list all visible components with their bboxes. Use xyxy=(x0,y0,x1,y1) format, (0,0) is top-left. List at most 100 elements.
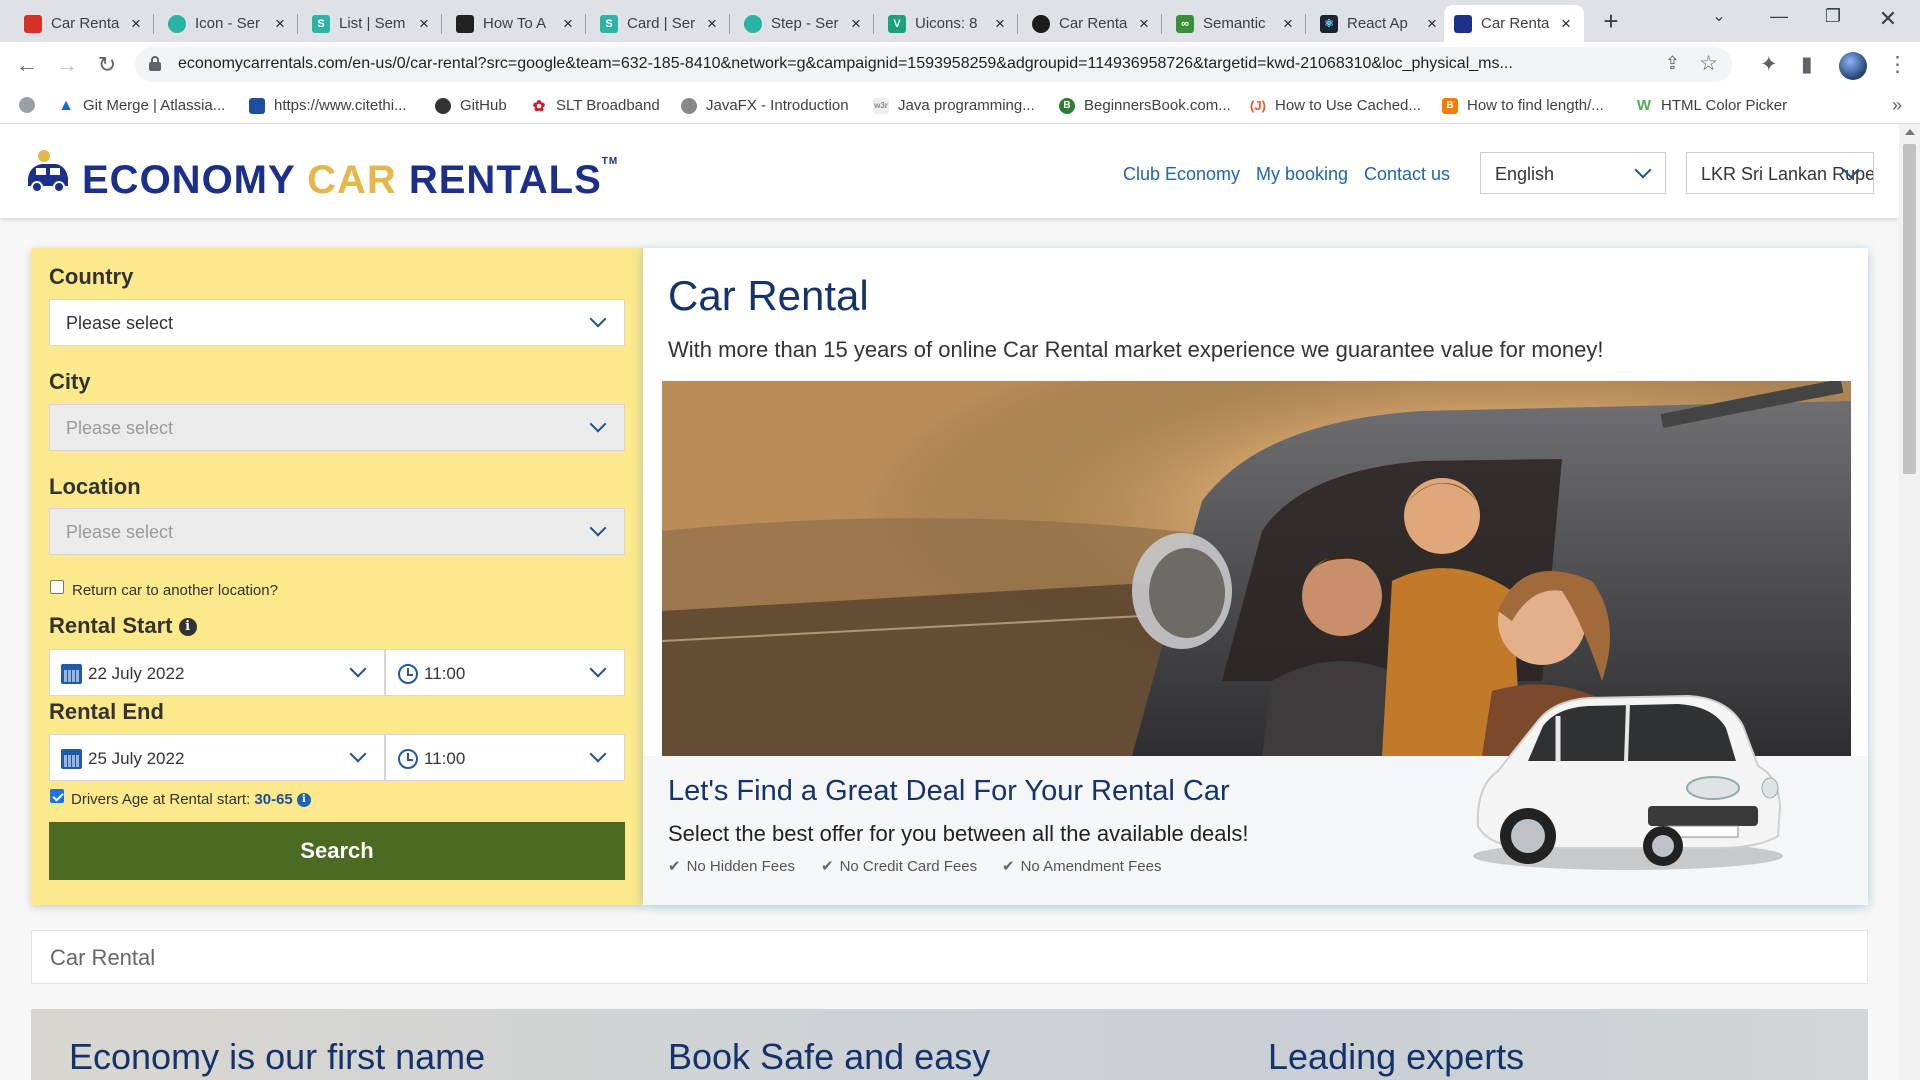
close-icon[interactable]: × xyxy=(416,14,432,34)
tab-search-chevron-icon[interactable]: ⌄ xyxy=(1699,6,1739,34)
bracket-icon: (J) xyxy=(1250,98,1266,113)
rental-start-date-picker[interactable]: 22 July 2022 xyxy=(49,649,385,696)
location-select[interactable]: Please select xyxy=(49,508,625,555)
drivers-age-text: Drivers Age at Rental start: 30-65 i xyxy=(71,791,311,808)
bookmark-item[interactable]: JavaFX - Introduction xyxy=(681,97,849,114)
browser-tab[interactable]: Car Renta × xyxy=(1022,5,1162,42)
browser-tab[interactable]: ⚛ React Ap × xyxy=(1310,5,1450,42)
rental-start-time-picker[interactable]: 11:00 xyxy=(385,649,625,696)
tab-favicon-icon xyxy=(1454,14,1472,33)
rental-end-time-picker[interactable]: 11:00 xyxy=(385,734,625,781)
car-mascot-logo-icon[interactable] xyxy=(24,148,72,196)
contact-us-link[interactable]: Contact us xyxy=(1364,164,1450,185)
page-scrollbar[interactable] xyxy=(1899,124,1920,1080)
bookmark-item[interactable]: ▲ Git Merge | Atlassia... xyxy=(58,97,225,115)
extensions-puzzle-icon[interactable]: ✦ xyxy=(1760,52,1778,77)
country-select[interactable]: Please select xyxy=(49,299,625,346)
close-icon[interactable]: × xyxy=(1280,14,1296,34)
site-logo-text[interactable]: ECONOMY CAR RENTALSTM xyxy=(82,156,618,203)
currency-select[interactable]: LKR Sri Lankan Rupee xyxy=(1686,152,1874,194)
scroll-up-arrow-icon[interactable] xyxy=(1905,129,1915,135)
tab-favicon-icon: V xyxy=(888,14,906,33)
feature-label: No Hidden Fees xyxy=(686,858,795,875)
side-panel-icon[interactable]: ▮ xyxy=(1801,52,1813,77)
info-icon[interactable]: i xyxy=(178,618,197,637)
bookmark-label: How to Use Cached... xyxy=(1275,97,1421,114)
forward-arrow-icon[interactable]: → xyxy=(53,51,81,79)
browser-tab-active[interactable]: Car Renta × xyxy=(1444,5,1584,42)
tab-label: Card | Ser xyxy=(627,15,696,32)
info-heading-leading-experts: Leading experts xyxy=(1268,1036,1525,1077)
rental-end-date-picker[interactable]: 25 July 2022 xyxy=(49,734,385,781)
search-button[interactable]: Search xyxy=(49,822,625,880)
tab-label: React Ap xyxy=(1347,15,1408,32)
browser-tab[interactable]: How To A × xyxy=(446,5,586,42)
profile-avatar[interactable] xyxy=(1839,52,1867,80)
new-tab-plus-icon[interactable]: + xyxy=(1597,8,1625,36)
close-icon[interactable]: × xyxy=(1424,14,1440,34)
bookmark-item[interactable]: W HTML Color Picker xyxy=(1636,97,1787,114)
browser-tab[interactable]: S Card | Ser × xyxy=(590,5,730,42)
close-icon[interactable]: × xyxy=(848,14,864,34)
close-window-icon[interactable]: ✕ xyxy=(1868,6,1908,34)
tab-label: Uicons: 8 xyxy=(915,15,978,32)
bookmark-item[interactable]: GitHub xyxy=(435,97,507,114)
info-icon[interactable]: i xyxy=(296,793,311,808)
bookmark-item[interactable] xyxy=(19,97,44,113)
logo-car: CAR xyxy=(307,158,397,202)
hero-title: Car Rental xyxy=(668,272,869,319)
bookmark-item[interactable]: B BeginnersBook.com... xyxy=(1059,97,1231,114)
close-icon[interactable]: × xyxy=(128,14,144,34)
deal-title: Let's Find a Great Deal For Your Rental … xyxy=(668,775,1230,807)
page-icon xyxy=(249,97,265,114)
more-menu-icon[interactable]: ⋮ xyxy=(1887,52,1908,77)
close-icon[interactable]: × xyxy=(992,14,1008,34)
minimize-icon[interactable]: — xyxy=(1759,6,1799,34)
close-icon[interactable]: × xyxy=(1136,14,1152,34)
tab-favicon-icon xyxy=(456,14,474,33)
restore-icon[interactable]: ❐ xyxy=(1813,6,1853,34)
bookmark-label: JavaFX - Introduction xyxy=(706,97,849,114)
city-value: Please select xyxy=(66,418,174,438)
my-booking-link[interactable]: My booking xyxy=(1256,164,1348,185)
city-select[interactable]: Please select xyxy=(49,404,625,451)
feature-no-credit-card-fees: ✔ No Credit Card Fees xyxy=(821,857,977,875)
browser-tab[interactable]: S List | Sem × xyxy=(302,5,442,42)
browser-tab[interactable]: Car Renta × xyxy=(14,5,154,42)
browser-tab[interactable]: Step - Ser × xyxy=(734,5,874,42)
bookmark-item[interactable]: https://www.citethi... xyxy=(249,97,407,114)
close-icon[interactable]: × xyxy=(560,14,576,34)
logo-economy: ECONOMY xyxy=(82,158,308,202)
return-other-location-checkbox[interactable] xyxy=(50,580,64,594)
tab-favicon-icon xyxy=(744,14,762,33)
check-icon: ✔ xyxy=(1002,858,1015,875)
close-icon[interactable]: × xyxy=(1558,14,1574,34)
club-economy-link[interactable]: Club Economy xyxy=(1123,164,1240,185)
more-bookmarks-chevron-icon[interactable]: » xyxy=(1892,95,1902,116)
bookmark-star-icon[interactable]: ☆ xyxy=(1699,51,1718,76)
bookmark-item[interactable]: (J) How to Use Cached... xyxy=(1250,97,1421,114)
bookmark-item[interactable]: B How to find length/... xyxy=(1442,97,1604,114)
address-bar[interactable]: economycarrentals.com/en-us/0/car-rental… xyxy=(135,47,1732,82)
share-icon[interactable]: ⇪ xyxy=(1665,53,1680,74)
rental-search-form: Country Please select City Please select… xyxy=(31,248,643,905)
close-icon[interactable]: × xyxy=(272,14,288,34)
bookmark-item[interactable]: ✿ SLT Broadband xyxy=(531,97,660,115)
browser-tab[interactable]: V Uicons: 8 × xyxy=(878,5,1018,42)
browser-tab[interactable]: ∞ Semantic × xyxy=(1166,5,1306,42)
language-select[interactable]: English xyxy=(1480,152,1666,194)
bookmark-label: GitHub xyxy=(460,97,507,114)
close-icon[interactable]: × xyxy=(704,14,720,34)
reload-icon[interactable]: ↻ xyxy=(93,51,121,79)
url-text[interactable]: economycarrentals.com/en-us/0/car-rental… xyxy=(178,55,1683,73)
tab-favicon-icon xyxy=(168,14,186,33)
drivers-age-checkbox[interactable] xyxy=(50,789,64,803)
back-arrow-icon[interactable]: ← xyxy=(13,51,41,79)
breadcrumb[interactable]: Car Rental xyxy=(31,930,1868,984)
scrollbar-thumb[interactable] xyxy=(1903,144,1916,474)
browser-tab[interactable]: Icon - Ser × xyxy=(158,5,298,42)
chevron-down-icon xyxy=(589,745,607,763)
bookmark-item[interactable]: w3r Java programming... xyxy=(873,97,1035,114)
drivers-age-value[interactable]: 30-65 xyxy=(254,791,292,808)
chevron-down-icon xyxy=(589,519,607,537)
